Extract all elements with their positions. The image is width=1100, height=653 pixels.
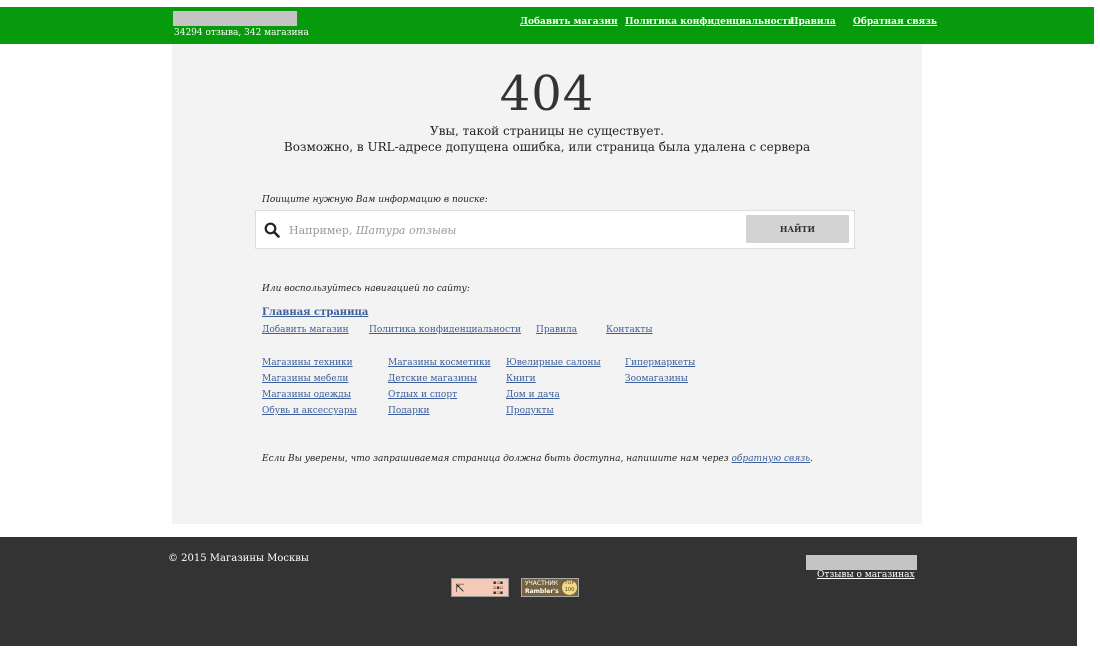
error-message-line2: Возможно, в URL-адресе допущена ошибка, … bbox=[283, 140, 811, 154]
confirm-note: Если Вы уверены, что запрашиваемая стран… bbox=[262, 454, 813, 464]
error-message-line1: Увы, такой страницы не существует. bbox=[430, 124, 664, 138]
category-link[interactable]: Дом и дача bbox=[506, 390, 560, 400]
nav-feedback-link[interactable]: Обратная связь bbox=[853, 17, 937, 27]
service-link-privacy[interactable]: Политика конфиденциальности bbox=[369, 325, 521, 335]
site-logo[interactable] bbox=[173, 11, 297, 26]
counter-brand: Rambler's bbox=[525, 588, 559, 595]
category-link[interactable]: Детские магазины bbox=[388, 374, 477, 384]
category-link[interactable]: Продукты bbox=[506, 406, 554, 416]
site-stats: 34294 отзыва, 342 магазина bbox=[174, 28, 309, 38]
site-footer: © 2015 Магазины Москвы Отзывы о магазина… bbox=[0, 537, 1077, 646]
rambler-top100-counter[interactable]: УЧАСТНИК Rambler's TOP 100 bbox=[521, 578, 579, 597]
counter-digits: ▪▫▪ ▫▪▫ ▪▫▪ bbox=[493, 580, 504, 596]
main-panel: 404 Увы, такой страницы не существует. В… bbox=[172, 44, 922, 524]
footer-reviews-link[interactable]: Отзывы о магазинах bbox=[817, 570, 915, 580]
category-link[interactable]: Магазины техники bbox=[262, 358, 353, 368]
nav-rules-link[interactable]: Правила bbox=[790, 17, 836, 27]
service-link-add-shop[interactable]: Добавить магазин bbox=[262, 325, 349, 335]
category-link[interactable]: Гипермаркеты bbox=[625, 358, 695, 368]
counter-arrow-icon: ⇱ bbox=[455, 581, 466, 595]
search-icon[interactable] bbox=[264, 222, 280, 238]
category-link[interactable]: Магазины мебели bbox=[262, 374, 348, 384]
category-link[interactable]: Отдых и спорт bbox=[388, 390, 457, 400]
search-input[interactable] bbox=[288, 219, 738, 241]
counter-label: УЧАСТНИК bbox=[525, 580, 558, 587]
category-link[interactable]: Обувь и аксессуары bbox=[262, 406, 357, 416]
category-link[interactable]: Книги bbox=[506, 374, 536, 384]
copyright: © 2015 Магазины Москвы bbox=[168, 553, 309, 564]
category-link[interactable]: Ювелирные салоны bbox=[506, 358, 601, 368]
service-link-contacts[interactable]: Контакты bbox=[606, 325, 653, 335]
home-link[interactable]: Главная страница bbox=[262, 307, 368, 318]
category-link[interactable]: Магазины косметики bbox=[388, 358, 491, 368]
category-link[interactable]: Магазины одежды bbox=[262, 390, 351, 400]
service-link-rules[interactable]: Правила bbox=[536, 325, 577, 335]
site-nav-label: Или воспользуйтесь навигацией по сайту: bbox=[262, 284, 470, 294]
search-label: Поищите нужную Вам информацию в поиске: bbox=[262, 195, 488, 205]
feedback-inline-link[interactable]: обратную связь bbox=[732, 454, 811, 464]
nav-privacy-link[interactable]: Политика конфиденциальности bbox=[625, 17, 794, 27]
search-button[interactable]: НАЙТИ bbox=[746, 215, 849, 243]
search-box: Например, Шатура отзывы НАЙТИ bbox=[255, 210, 855, 249]
site-header: 34294 отзыва, 342 магазина Добавить мага… bbox=[0, 7, 1094, 44]
nav-add-shop-link[interactable]: Добавить магазин bbox=[520, 17, 618, 27]
footer-logo[interactable] bbox=[806, 555, 917, 570]
top100-badge: TOP 100 bbox=[562, 580, 577, 595]
category-link[interactable]: Зоомагазины bbox=[625, 374, 688, 384]
category-link[interactable]: Подарки bbox=[388, 406, 430, 416]
error-code: 404 bbox=[499, 66, 595, 122]
liveinternet-counter[interactable]: ⇱ ▪▫▪ ▫▪▫ ▪▫▪ bbox=[451, 578, 509, 597]
